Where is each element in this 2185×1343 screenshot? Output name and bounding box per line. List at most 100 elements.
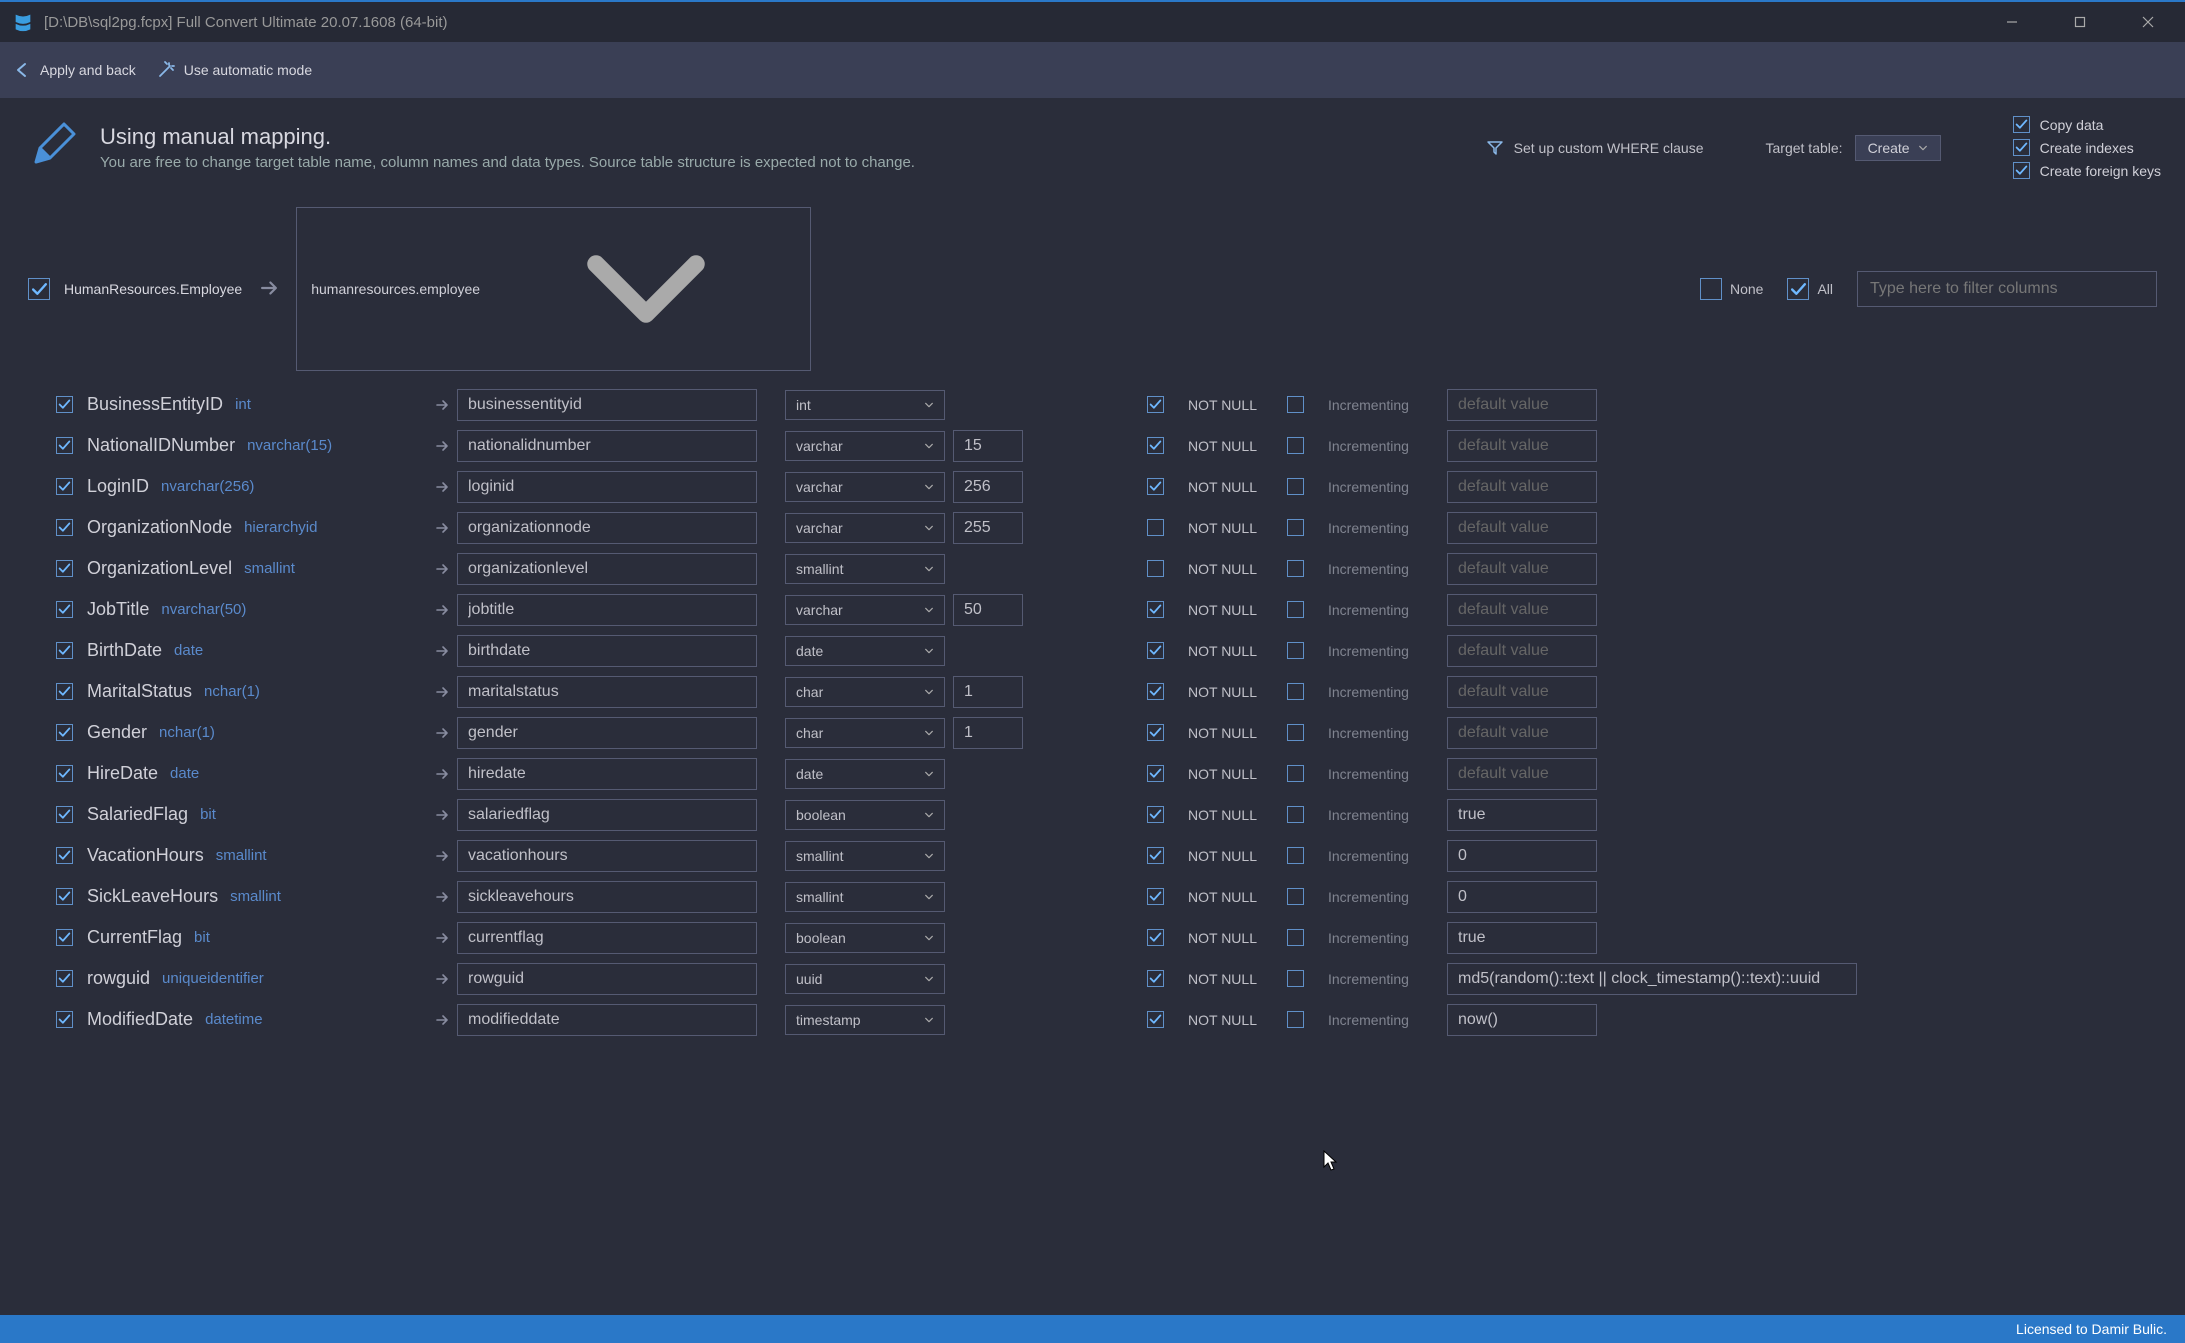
default-value-input[interactable]: [1447, 922, 1597, 954]
column-enable-checkbox[interactable]: [56, 724, 73, 741]
notnull-checkbox[interactable]: NOT NULL: [1147, 765, 1287, 782]
column-enable-checkbox[interactable]: [56, 478, 73, 495]
notnull-checkbox[interactable]: NOT NULL: [1147, 1011, 1287, 1028]
notnull-checkbox[interactable]: NOT NULL: [1147, 642, 1287, 659]
target-column-name-input[interactable]: [457, 471, 757, 503]
column-enable-checkbox[interactable]: [56, 683, 73, 700]
create-indexes-checkbox[interactable]: Create indexes: [2013, 139, 2161, 156]
column-enable-checkbox[interactable]: [56, 929, 73, 946]
length-input[interactable]: [953, 471, 1023, 503]
column-enable-checkbox[interactable]: [56, 601, 73, 618]
incrementing-checkbox[interactable]: Incrementing: [1287, 642, 1447, 659]
target-type-dropdown[interactable]: date: [785, 636, 945, 666]
apply-and-back-button[interactable]: Apply and back: [12, 60, 136, 80]
column-enable-checkbox[interactable]: [56, 396, 73, 413]
default-value-input[interactable]: [1447, 676, 1597, 708]
column-enable-checkbox[interactable]: [56, 642, 73, 659]
default-value-input[interactable]: [1447, 1004, 1597, 1036]
target-column-name-input[interactable]: [457, 512, 757, 544]
default-value-input[interactable]: [1447, 717, 1597, 749]
length-input[interactable]: [953, 512, 1023, 544]
filter-columns-input[interactable]: [1857, 271, 2157, 307]
default-value-input[interactable]: [1447, 430, 1597, 462]
target-column-name-input[interactable]: [457, 758, 757, 790]
column-enable-checkbox[interactable]: [56, 970, 73, 987]
target-column-name-input[interactable]: [457, 430, 757, 462]
target-type-dropdown[interactable]: boolean: [785, 923, 945, 953]
incrementing-checkbox[interactable]: Incrementing: [1287, 683, 1447, 700]
default-value-input[interactable]: [1447, 594, 1597, 626]
column-enable-checkbox[interactable]: [56, 765, 73, 782]
target-column-name-input[interactable]: [457, 389, 757, 421]
target-type-dropdown[interactable]: smallint: [785, 841, 945, 871]
target-type-dropdown[interactable]: varchar: [785, 595, 945, 625]
length-input[interactable]: [953, 430, 1023, 462]
target-column-name-input[interactable]: [457, 676, 757, 708]
notnull-checkbox[interactable]: NOT NULL: [1147, 437, 1287, 454]
target-type-dropdown[interactable]: int: [785, 390, 945, 420]
close-button[interactable]: [2125, 7, 2171, 37]
column-enable-checkbox[interactable]: [56, 888, 73, 905]
default-value-input[interactable]: [1447, 758, 1597, 790]
notnull-checkbox[interactable]: NOT NULL: [1147, 478, 1287, 495]
column-enable-checkbox[interactable]: [56, 1011, 73, 1028]
incrementing-checkbox[interactable]: Incrementing: [1287, 519, 1447, 536]
target-type-dropdown[interactable]: varchar: [785, 472, 945, 502]
target-type-dropdown[interactable]: smallint: [785, 882, 945, 912]
target-type-dropdown[interactable]: date: [785, 759, 945, 789]
target-table-dropdown[interactable]: humanresources.employee: [296, 207, 811, 371]
incrementing-checkbox[interactable]: Incrementing: [1287, 806, 1447, 823]
column-enable-checkbox[interactable]: [56, 560, 73, 577]
length-input[interactable]: [953, 717, 1023, 749]
select-all-checkbox[interactable]: All: [1787, 278, 1833, 300]
incrementing-checkbox[interactable]: Incrementing: [1287, 396, 1447, 413]
default-value-input[interactable]: [1447, 553, 1597, 585]
column-enable-checkbox[interactable]: [56, 437, 73, 454]
target-type-dropdown[interactable]: boolean: [785, 800, 945, 830]
length-input[interactable]: [953, 676, 1023, 708]
maximize-button[interactable]: [2057, 7, 2103, 37]
target-column-name-input[interactable]: [457, 594, 757, 626]
default-value-input[interactable]: [1447, 840, 1597, 872]
target-column-name-input[interactable]: [457, 840, 757, 872]
target-type-dropdown[interactable]: char: [785, 718, 945, 748]
incrementing-checkbox[interactable]: Incrementing: [1287, 560, 1447, 577]
default-value-input[interactable]: [1447, 471, 1597, 503]
target-type-dropdown[interactable]: char: [785, 677, 945, 707]
incrementing-checkbox[interactable]: Incrementing: [1287, 765, 1447, 782]
minimize-button[interactable]: [1989, 7, 2035, 37]
target-type-dropdown[interactable]: varchar: [785, 431, 945, 461]
default-value-input[interactable]: [1447, 635, 1597, 667]
notnull-checkbox[interactable]: NOT NULL: [1147, 847, 1287, 864]
length-input[interactable]: [953, 594, 1023, 626]
incrementing-checkbox[interactable]: Incrementing: [1287, 601, 1447, 618]
target-type-dropdown[interactable]: timestamp: [785, 1005, 945, 1035]
target-table-mode-dropdown[interactable]: Create: [1855, 135, 1941, 161]
target-type-dropdown[interactable]: smallint: [785, 554, 945, 584]
column-enable-checkbox[interactable]: [56, 847, 73, 864]
incrementing-checkbox[interactable]: Incrementing: [1287, 437, 1447, 454]
copy-data-checkbox[interactable]: Copy data: [2013, 116, 2161, 133]
create-foreign-keys-checkbox[interactable]: Create foreign keys: [2013, 162, 2161, 179]
column-enable-checkbox[interactable]: [56, 519, 73, 536]
notnull-checkbox[interactable]: NOT NULL: [1147, 929, 1287, 946]
target-column-name-input[interactable]: [457, 553, 757, 585]
notnull-checkbox[interactable]: NOT NULL: [1147, 970, 1287, 987]
target-column-name-input[interactable]: [457, 922, 757, 954]
incrementing-checkbox[interactable]: Incrementing: [1287, 724, 1447, 741]
notnull-checkbox[interactable]: NOT NULL: [1147, 724, 1287, 741]
incrementing-checkbox[interactable]: Incrementing: [1287, 929, 1447, 946]
incrementing-checkbox[interactable]: Incrementing: [1287, 1011, 1447, 1028]
column-enable-checkbox[interactable]: [56, 806, 73, 823]
target-column-name-input[interactable]: [457, 635, 757, 667]
target-type-dropdown[interactable]: uuid: [785, 964, 945, 994]
target-column-name-input[interactable]: [457, 1004, 757, 1036]
default-value-input[interactable]: [1447, 799, 1597, 831]
notnull-checkbox[interactable]: NOT NULL: [1147, 683, 1287, 700]
incrementing-checkbox[interactable]: Incrementing: [1287, 478, 1447, 495]
notnull-checkbox[interactable]: NOT NULL: [1147, 396, 1287, 413]
incrementing-checkbox[interactable]: Incrementing: [1287, 847, 1447, 864]
default-value-input[interactable]: [1447, 881, 1597, 913]
notnull-checkbox[interactable]: NOT NULL: [1147, 560, 1287, 577]
default-value-input[interactable]: [1447, 963, 1857, 995]
